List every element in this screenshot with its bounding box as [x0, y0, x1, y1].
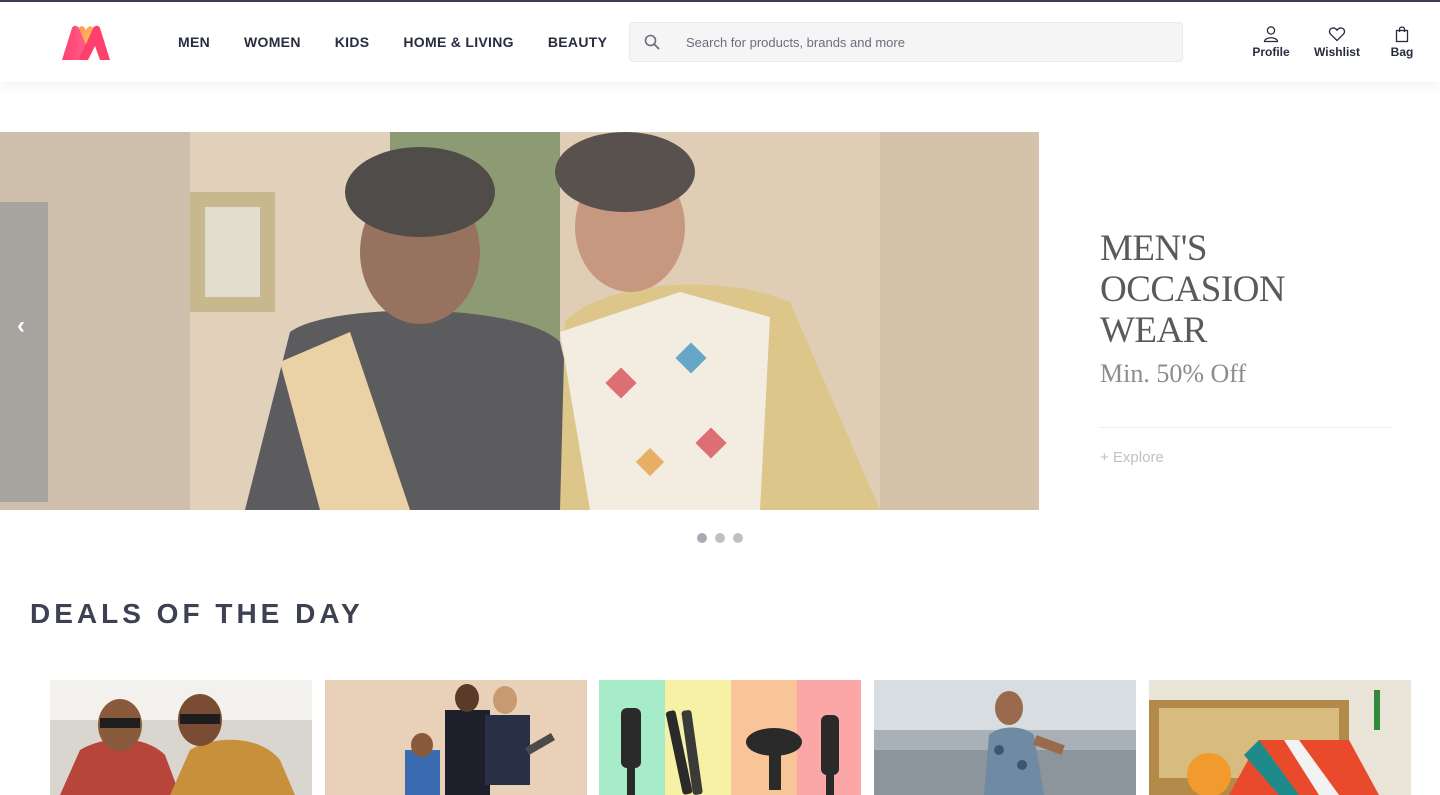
nav-beauty[interactable]: BEAUTY: [531, 2, 624, 82]
site-header: MEN WOMEN KIDS HOME & LIVING BEAUTY Prof…: [0, 2, 1440, 82]
promo-title-line2: OCCASION WEAR: [1100, 269, 1286, 351]
search-input[interactable]: [674, 34, 1154, 50]
main-nav: MEN WOMEN KIDS HOME & LIVING BEAUTY: [161, 2, 624, 82]
profile-label: Profile: [1252, 45, 1290, 59]
nav-kids[interactable]: KIDS: [318, 2, 387, 82]
hero-banner-image[interactable]: [0, 132, 1039, 510]
carousel-dot[interactable]: [733, 533, 743, 543]
promo-subtitle: Min. 50% Off: [1100, 359, 1247, 388]
deal-card-men-tshirt[interactable]: [874, 680, 1136, 795]
deal-card-men-shirts[interactable]: [50, 680, 312, 795]
myntra-logo-icon[interactable]: [58, 22, 114, 64]
bag-button[interactable]: Bag: [1388, 2, 1416, 82]
carousel-dot[interactable]: [715, 533, 725, 543]
nav-home-living[interactable]: HOME & LIVING: [386, 2, 530, 82]
chevron-left-icon[interactable]: ‹: [10, 312, 32, 340]
deal-card-kids-wear[interactable]: [325, 680, 587, 795]
bag-icon: [1395, 26, 1409, 43]
search-icon[interactable]: [630, 23, 674, 61]
heart-icon: [1328, 27, 1346, 42]
bag-label: Bag: [1390, 45, 1414, 59]
deal-card-hair-appliances[interactable]: [599, 680, 861, 795]
promo-divider: [1100, 427, 1392, 428]
wishlist-button[interactable]: Wishlist: [1313, 2, 1361, 82]
hero-overlay: [0, 132, 1039, 510]
nav-women[interactable]: WOMEN: [227, 2, 318, 82]
carousel-dots: [697, 533, 751, 543]
carousel-dot[interactable]: [697, 533, 707, 543]
deals-heading: DEALS OF THE DAY: [30, 598, 364, 629]
hero-promo: MEN'S OCCASION WEAR Min. 50% Off + Explo…: [1100, 228, 1392, 467]
promo-title-line1: MEN'S: [1100, 228, 1207, 269]
profile-button[interactable]: Profile: [1251, 2, 1291, 82]
explore-link[interactable]: + Explore: [1100, 449, 1164, 466]
deal-card-home-decor[interactable]: [1149, 680, 1411, 795]
wishlist-label: Wishlist: [1314, 45, 1360, 59]
deals-row: [50, 680, 1411, 795]
user-icon: [1263, 26, 1279, 43]
nav-men[interactable]: MEN: [161, 2, 227, 82]
search-bar: [629, 22, 1183, 62]
